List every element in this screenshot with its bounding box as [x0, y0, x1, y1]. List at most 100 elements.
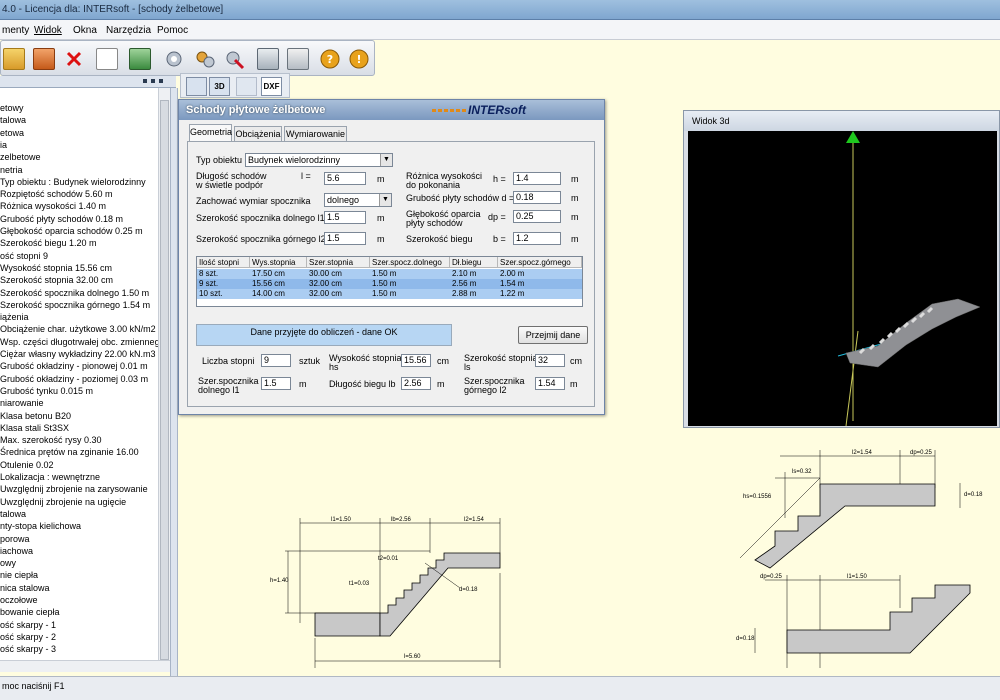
szer-dolny-input[interactable]: 1.5 — [324, 211, 366, 224]
table-header-cell[interactable]: Dł.biegu — [450, 257, 498, 268]
glebokosc-input[interactable]: 0.25 — [513, 210, 561, 223]
tree-item[interactable]: Szerokość stopnia 32.00 cm — [0, 274, 113, 286]
tree-item[interactable]: Obciążenie char. użytkowe 3.00 kN/m2 — [0, 323, 156, 335]
form-view-button[interactable] — [186, 77, 207, 96]
tree-item[interactable]: Uwzględnij zbrojenie na ugięcie — [0, 496, 126, 508]
tree-item[interactable]: Grubość płyty schodów 0.18 m — [0, 213, 123, 225]
dlugosc-input[interactable]: 5.6 — [324, 172, 366, 185]
tree-item[interactable]: Rozpiętość schodów 5.60 m — [0, 188, 113, 200]
menu-elementy[interactable]: menty — [2, 25, 29, 36]
szer-stopnia-input[interactable]: 32 — [535, 354, 565, 367]
disabled-button[interactable] — [236, 77, 257, 96]
tree-item[interactable]: Typ obiektu : Budynek wielorodzinny — [0, 176, 146, 188]
grubosc-input[interactable]: 0.18 — [513, 191, 561, 204]
roznica-input[interactable]: 1.4 — [513, 172, 561, 185]
tree-item[interactable]: ia — [0, 139, 7, 151]
tree-item[interactable]: oczołowe — [0, 594, 38, 606]
tree-item[interactable]: ość skarpy - 1 — [0, 619, 56, 631]
settings-gears-icon[interactable] — [194, 48, 216, 70]
liczba-input[interactable]: 9 — [261, 354, 291, 367]
export-dxf-button[interactable]: DXF — [261, 77, 282, 96]
zachowac-select[interactable]: dolnego ▼ — [324, 193, 392, 207]
pin-icon[interactable] — [143, 79, 147, 83]
tree-item[interactable]: Szerokość spocznika górnego 1.54 m — [0, 299, 150, 311]
tree-item[interactable]: talowa — [0, 114, 26, 126]
table-header-cell[interactable]: Szer.spocz.górnego — [498, 257, 582, 268]
tree-item[interactable]: iachowa — [0, 545, 33, 557]
tree-item[interactable]: ość stopni 9 — [0, 250, 48, 262]
tree-item[interactable]: Szerokość biegu 1.20 m — [0, 237, 97, 249]
tree-item[interactable]: Klasa stali St3SX — [0, 422, 69, 434]
tree-item[interactable]: Grubość tynku 0.015 m — [0, 385, 93, 397]
tab-obciazenia[interactable]: Obciążenia — [234, 126, 282, 142]
tree-horizontal-scrollbar[interactable] — [0, 660, 170, 672]
tree-item[interactable]: Klasa betonu B20 — [0, 410, 71, 422]
variants-table[interactable]: Ilość stopni Wys.stopnia Szer.stopnia Szer.… — [196, 256, 583, 307]
tree-item[interactable]: Max. szerokość rysy 0.30 — [0, 434, 102, 446]
tab-wymiarowanie[interactable]: Wymiarowanie — [284, 126, 347, 142]
tree-item[interactable]: ość skarpy - 2 — [0, 631, 56, 643]
view-3d-canvas[interactable] — [688, 131, 997, 426]
tree-item[interactable]: etowy — [0, 102, 24, 114]
chevron-down-icon[interactable]: ▼ — [379, 194, 391, 206]
szer-spocz-g-input[interactable]: 1.54 — [535, 377, 565, 390]
table-header-cell[interactable]: Szer.spocz.dolnego — [370, 257, 450, 268]
new-document-icon[interactable] — [96, 48, 118, 70]
panel-splitter[interactable] — [170, 88, 178, 678]
wys-stopnia-input[interactable]: 15.56 — [401, 354, 431, 367]
szer-biegu-input[interactable]: 1.2 — [513, 232, 561, 245]
tree-item[interactable]: niarowanie — [0, 397, 44, 409]
dlugosc-biegu-input[interactable]: 2.56 — [401, 377, 431, 390]
tree-item[interactable]: Otulenie 0.02 — [0, 459, 54, 471]
menu-narzedzia[interactable]: Narzędzia — [106, 25, 151, 36]
tree-item[interactable]: nty-stopa kielichowa — [0, 520, 81, 532]
tree-item[interactable]: porowa — [0, 533, 30, 545]
szer-spocz-d-input[interactable]: 1.5 — [261, 377, 291, 390]
delete-icon[interactable] — [63, 48, 85, 70]
settings-gear-icon[interactable] — [163, 48, 185, 70]
tree-item[interactable]: etowa — [0, 127, 24, 139]
table-header-cell[interactable]: Ilość stopni — [197, 257, 250, 268]
scroll-thumb[interactable] — [160, 100, 169, 660]
tree-item[interactable]: nie ciepła — [0, 569, 38, 581]
open-folder-icon[interactable] — [3, 48, 25, 70]
tree-item[interactable]: Głębokość oparcia schodów 0.25 m — [0, 225, 143, 237]
tree-item[interactable]: netria — [0, 164, 23, 176]
tree-item[interactable]: nica stalowa — [0, 582, 50, 594]
typ-select[interactable]: Budynek wielorodzinny ▼ — [245, 153, 393, 167]
tree-item[interactable]: zelbetowe — [0, 151, 41, 163]
tree-item[interactable]: Wsp. części długotrwałej obc. zmiennego … — [0, 336, 170, 348]
tree-vertical-scrollbar[interactable] — [158, 88, 170, 668]
info-icon[interactable]: ! — [348, 48, 370, 70]
tree-item[interactable]: iążenia — [0, 311, 29, 323]
printer-icon[interactable] — [287, 48, 309, 70]
print-icon[interactable] — [129, 48, 151, 70]
view-3d-button[interactable]: 3D — [209, 77, 230, 96]
tree-item[interactable]: Ciężar własny wykładziny 22.00 kN.m3 — [0, 348, 156, 360]
help-icon[interactable]: ? — [319, 48, 341, 70]
menu-pomoc[interactable]: Pomoc — [157, 25, 188, 36]
tree-item[interactable]: talowa — [0, 508, 26, 520]
table-header-cell[interactable]: Wys.stopnia — [250, 257, 307, 268]
calculator-icon[interactable] — [257, 48, 279, 70]
tree-item[interactable]: Uwzględnij zbrojenie na zarysowanie — [0, 483, 148, 495]
tree-item[interactable]: Lokalizacja : wewnętrzne — [0, 471, 100, 483]
tools-icon[interactable] — [223, 48, 245, 70]
menu-okna[interactable]: Okna — [73, 25, 97, 36]
tree-item[interactable]: ość skarpy - 3 — [0, 643, 56, 655]
tree-item[interactable]: Wysokość stopnia 15.56 cm — [0, 262, 112, 274]
szer-gorny-input[interactable]: 1.5 — [324, 232, 366, 245]
tree-item[interactable]: Grubość okładziny - pionowej 0.01 m — [0, 360, 148, 372]
chevron-down-icon[interactable]: ▼ — [380, 154, 392, 166]
tree-item[interactable]: Grubość okładziny - poziomej 0.03 m — [0, 373, 148, 385]
tree-item[interactable]: Średnica prętów na zginanie 16.00 — [0, 446, 139, 458]
przejmij-dane-button[interactable]: Przejmij dane — [518, 326, 588, 344]
save-icon[interactable] — [33, 48, 55, 70]
tree-item[interactable]: Różnica wysokości 1.40 m — [0, 200, 106, 212]
table-header-cell[interactable]: Szer.stopnia — [307, 257, 370, 268]
tree-item[interactable]: bowanie ciepła — [0, 606, 60, 618]
close-icon[interactable] — [159, 79, 163, 83]
tree-item[interactable]: owy — [0, 557, 16, 569]
tab-geometria[interactable]: Geometria — [189, 124, 232, 142]
dropdown-icon[interactable] — [151, 79, 155, 83]
